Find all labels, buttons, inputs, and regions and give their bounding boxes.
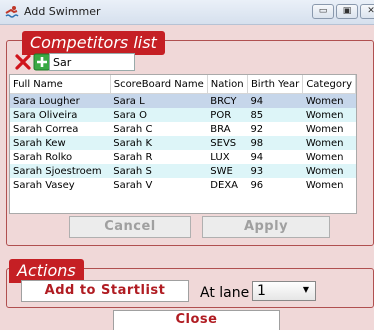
table-row[interactable]: Sarah Rolko Sarah R LUX 94 Women xyxy=(10,150,356,164)
cell-scoreboard-name: Sara O xyxy=(110,108,208,122)
cell-nation: POR xyxy=(207,108,248,122)
cell-birth-year: 94 xyxy=(250,151,264,163)
cell-nation: BRA xyxy=(210,123,231,135)
cell-full-name: Sarah Sjoestroem xyxy=(10,164,111,178)
cell-category: Women xyxy=(305,179,344,191)
column-header-full-name[interactable]: Full Name xyxy=(10,75,111,94)
apply-button[interactable]: Apply xyxy=(202,216,330,238)
cell-scoreboard-name: Sarah V xyxy=(113,179,153,191)
cell-birth-year: 98 xyxy=(247,136,303,150)
cell-category: Women xyxy=(302,108,356,122)
column-header-category[interactable]: Category xyxy=(302,75,356,94)
table-row[interactable]: Sara Oliveira Sara O POR 85 Women xyxy=(10,108,356,122)
close-window-button[interactable]: ✕ xyxy=(360,4,374,19)
table-row[interactable]: Sarah Sjoestroem Sarah S SWE 93 Women xyxy=(10,164,356,178)
cancel-button[interactable]: Cancel xyxy=(69,216,191,238)
cell-category: Women xyxy=(305,151,344,163)
cell-birth-year: 85 xyxy=(247,108,303,122)
close-button[interactable]: Close xyxy=(113,310,280,330)
cell-full-name: Sara Oliveira xyxy=(10,108,111,122)
clear-search-icon[interactable] xyxy=(14,53,32,71)
competitors-table: Full Name ScoreBoard Name Nation Birth Y… xyxy=(9,74,357,214)
title-bar: Add Swimmer ▭ ▣ ✕ xyxy=(0,0,374,25)
cell-full-name: Sarah Correa xyxy=(13,123,79,135)
cell-birth-year: 92 xyxy=(250,123,264,135)
window-title: Add Swimmer xyxy=(24,5,101,18)
table-row[interactable]: Sarah Correa Sarah C BRA 92 Women xyxy=(10,122,356,136)
cell-category: Women xyxy=(305,123,344,135)
cell-nation: SWE xyxy=(207,164,248,178)
search-input[interactable] xyxy=(49,53,135,71)
cell-full-name: Sarah Vasey xyxy=(13,179,75,191)
lane-select[interactable]: 1 ▼ xyxy=(252,281,316,301)
table-row[interactable]: Sara Lougher Sara L BRCY 94 Women xyxy=(10,93,356,108)
cell-category: Women xyxy=(302,93,356,108)
cell-birth-year: 94 xyxy=(247,93,303,108)
lane-label: At lane xyxy=(200,285,250,301)
cell-scoreboard-name: Sarah K xyxy=(110,136,208,150)
maximize-button[interactable]: ▣ xyxy=(336,4,358,19)
cell-category: Women xyxy=(302,164,356,178)
table-row[interactable]: Sarah Vasey Sarah V DEXA 96 Women xyxy=(10,178,356,192)
table-row[interactable]: Sarah Kew Sarah K SEVS 98 Women xyxy=(10,136,356,150)
add-to-startlist-button[interactable]: Add to Startlist xyxy=(21,280,189,302)
cell-nation: SEVS xyxy=(207,136,248,150)
cell-birth-year: 96 xyxy=(250,179,264,191)
cell-full-name: Sara Lougher xyxy=(10,93,111,108)
cell-nation: LUX xyxy=(210,151,230,163)
table-header-row: Full Name ScoreBoard Name Nation Birth Y… xyxy=(10,75,356,94)
chevron-down-icon: ▼ xyxy=(302,285,309,294)
competitors-group: Competitors list Full Name ScoreBoard Na… xyxy=(6,31,374,246)
cell-full-name: Sarah Rolko xyxy=(13,151,73,163)
cell-scoreboard-name: Sarah R xyxy=(113,151,153,163)
cell-birth-year: 93 xyxy=(247,164,303,178)
cell-scoreboard-name: Sara L xyxy=(110,93,208,108)
lane-select-value: 1 xyxy=(257,283,266,299)
cell-full-name: Sarah Kew xyxy=(10,136,111,150)
minimize-button[interactable]: ▭ xyxy=(312,4,334,19)
cell-scoreboard-name: Sarah C xyxy=(113,123,153,135)
column-header-nation[interactable]: Nation xyxy=(207,75,248,94)
cell-scoreboard-name: Sarah S xyxy=(110,164,208,178)
swimmer-app-icon xyxy=(5,6,19,18)
competitors-group-title: Competitors list xyxy=(22,31,165,55)
cell-nation: BRCY xyxy=(207,93,248,108)
column-header-scoreboard-name[interactable]: ScoreBoard Name xyxy=(110,75,208,94)
column-header-birth-year[interactable]: Birth Year xyxy=(247,75,304,94)
cell-nation: DEXA xyxy=(210,179,239,191)
cell-category: Women xyxy=(302,136,356,150)
